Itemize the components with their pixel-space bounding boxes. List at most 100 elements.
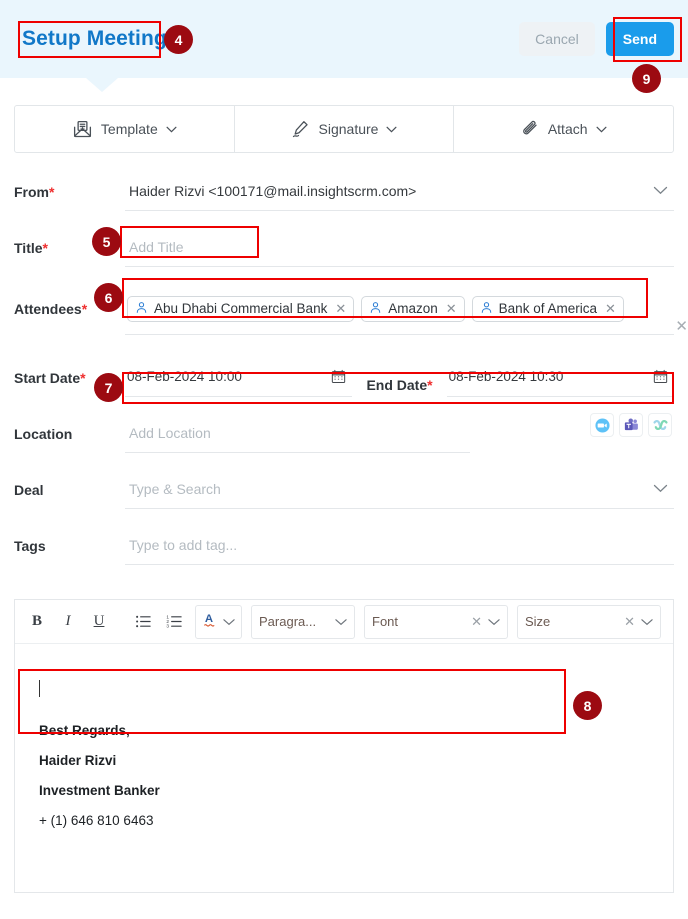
signature-line: Investment Banker <box>39 783 160 798</box>
microsoft-teams-icon[interactable] <box>619 413 643 437</box>
text-cursor <box>39 680 40 697</box>
annotation-badge-9: 9 <box>632 64 661 93</box>
annotation-badge-5: 5 <box>92 227 121 256</box>
dialog-header: Setup Meeting Cancel Send <box>0 0 688 78</box>
numbered-list-button[interactable]: 1 2 3 <box>160 608 188 636</box>
font-family-select[interactable]: Font ✕ <box>364 604 508 639</box>
size-clear-icon[interactable]: ✕ <box>624 614 635 630</box>
attendee-chip-list: Abu Dhabi Commercial Bank ✕ Amazon ✕ Ban… <box>127 292 624 326</box>
svg-text:3: 3 <box>166 624 169 629</box>
paragraph-style-select[interactable]: Paragra... <box>251 604 355 639</box>
attach-label: Attach <box>547 121 588 137</box>
font-color-chevron-down-icon[interactable] <box>223 613 235 631</box>
signature-label: Signature <box>318 121 379 137</box>
end-date-label: End Date* <box>352 377 446 393</box>
font-color-button[interactable]: A <box>195 604 242 639</box>
template-chevron-down-icon <box>166 126 177 133</box>
signature-line: Haider Rizvi <box>39 753 117 768</box>
attendees-field[interactable]: Abu Dhabi Commercial Bank ✕ Amazon ✕ Ban… <box>125 283 688 335</box>
meeting-provider-icons <box>590 413 674 437</box>
deal-label: Deal <box>14 482 44 498</box>
start-date-required-asterisk: * <box>80 370 86 386</box>
editor-toolbar: B I U 1 2 3 A Paragra... Font ✕ Size ✕ <box>15 600 673 644</box>
start-date-field[interactable]: 08-Feb-2024 10:00 <box>125 357 353 397</box>
attach-chevron-down-icon <box>596 126 607 133</box>
from-field[interactable]: Haider Rizvi <100171@mail.insightscrm.co… <box>125 171 674 211</box>
attendee-remove-icon[interactable]: ✕ <box>605 301 616 317</box>
font-chevron-down-icon[interactable] <box>488 614 500 629</box>
bold-button[interactable]: B <box>23 608 51 636</box>
attach-paperclip-icon <box>521 120 540 139</box>
calendar-icon[interactable] <box>331 369 352 384</box>
italic-button[interactable]: I <box>54 608 82 636</box>
tags-row: Tags Type to add tag... <box>14 525 674 581</box>
font-clear-icon[interactable]: ✕ <box>471 614 482 630</box>
title-field[interactable]: Add Title <box>125 227 674 267</box>
template-envelope-icon <box>72 119 93 140</box>
location-placeholder: Add Location <box>129 424 211 441</box>
bullet-list-button[interactable] <box>129 608 157 636</box>
attendee-chip[interactable]: Bank of America ✕ <box>471 295 624 322</box>
annotation-badge-6: 6 <box>94 283 123 312</box>
annotation-badge-7: 7 <box>94 373 123 402</box>
title-placeholder: Add Title <box>129 238 184 255</box>
tags-label: Tags <box>14 538 46 554</box>
attendees-label-text: Attendees <box>14 301 82 317</box>
end-date-required-asterisk: * <box>427 377 433 393</box>
send-button[interactable]: Send <box>605 22 674 56</box>
deal-placeholder: Type & Search <box>129 480 221 497</box>
signature-line: Best Regards, <box>39 723 130 738</box>
deal-row: Deal Type & Search <box>14 469 674 525</box>
from-label: From* <box>14 171 125 200</box>
signature-button[interactable]: Signature <box>235 106 455 152</box>
font-size-select[interactable]: Size ✕ <box>517 604 661 639</box>
attendee-chip-label: Abu Dhabi Commercial Bank <box>154 301 328 316</box>
attendee-chip[interactable]: Abu Dhabi Commercial Bank ✕ <box>127 295 355 322</box>
attendees-clear-all-icon[interactable]: ✕ <box>675 317 688 335</box>
attendee-remove-icon[interactable]: ✕ <box>446 301 457 317</box>
paragraph-style-value: Paragra... <box>259 614 317 629</box>
start-date-label-text: Start Date <box>14 370 81 386</box>
tags-placeholder: Type to add tag... <box>129 536 238 553</box>
webex-icon[interactable] <box>648 413 672 437</box>
attendee-chip-label: Bank of America <box>498 301 597 316</box>
paragraph-chevron-down-icon[interactable] <box>335 614 347 629</box>
cancel-button[interactable]: Cancel <box>519 22 595 56</box>
underline-button[interactable]: U <box>85 608 113 636</box>
from-label-text: From <box>14 184 49 200</box>
from-chevron-down-icon[interactable] <box>653 182 672 199</box>
zoom-icon[interactable] <box>590 413 614 437</box>
attach-button[interactable]: Attach <box>454 106 673 152</box>
location-field[interactable]: Add Location <box>125 413 470 453</box>
template-button[interactable]: Template <box>15 106 235 152</box>
font-color-icon: A <box>202 610 219 634</box>
template-label: Template <box>100 121 158 137</box>
size-chevron-down-icon[interactable] <box>641 614 653 629</box>
end-date-label-text: End Date <box>366 377 428 393</box>
from-row: From* Haider Rizvi <100171@mail.insights… <box>14 171 674 227</box>
signature-chevron-down-icon <box>386 126 397 133</box>
deal-field[interactable]: Type & Search <box>125 469 674 509</box>
annotation-badge-4: 4 <box>164 25 193 54</box>
person-icon <box>135 301 148 317</box>
from-value: Haider Rizvi <100171@mail.insightscrm.co… <box>129 182 417 199</box>
end-date-value: 08-Feb-2024 10:30 <box>448 369 564 384</box>
deal-chevron-down-icon[interactable] <box>653 480 672 497</box>
tags-field[interactable]: Type to add tag... <box>125 525 674 565</box>
header-pointer-tail <box>86 78 118 92</box>
calendar-icon[interactable] <box>653 369 674 384</box>
attendee-chip-label: Amazon <box>388 301 438 316</box>
end-date-field[interactable]: 08-Feb-2024 10:30 <box>446 357 675 397</box>
person-icon <box>369 301 382 317</box>
font-size-value: Size <box>525 614 551 629</box>
title-required-asterisk: * <box>42 240 48 256</box>
rich-text-editor: B I U 1 2 3 A Paragra... Font ✕ Size ✕ B… <box>14 599 674 893</box>
attendee-chip[interactable]: Amazon ✕ <box>361 295 465 322</box>
meeting-form: From* Haider Rizvi <100171@mail.insights… <box>0 153 688 581</box>
signature-line: + (1) 646 810 6463 <box>39 813 154 828</box>
editor-body[interactable]: Best Regards, Haider Rizvi Investment Ba… <box>15 644 673 892</box>
attendee-remove-icon[interactable]: ✕ <box>335 301 346 317</box>
start-date-value: 08-Feb-2024 10:00 <box>127 369 242 384</box>
title-label-text: Title <box>14 240 43 256</box>
compose-toolbar: Template Signature Attach <box>14 105 674 153</box>
